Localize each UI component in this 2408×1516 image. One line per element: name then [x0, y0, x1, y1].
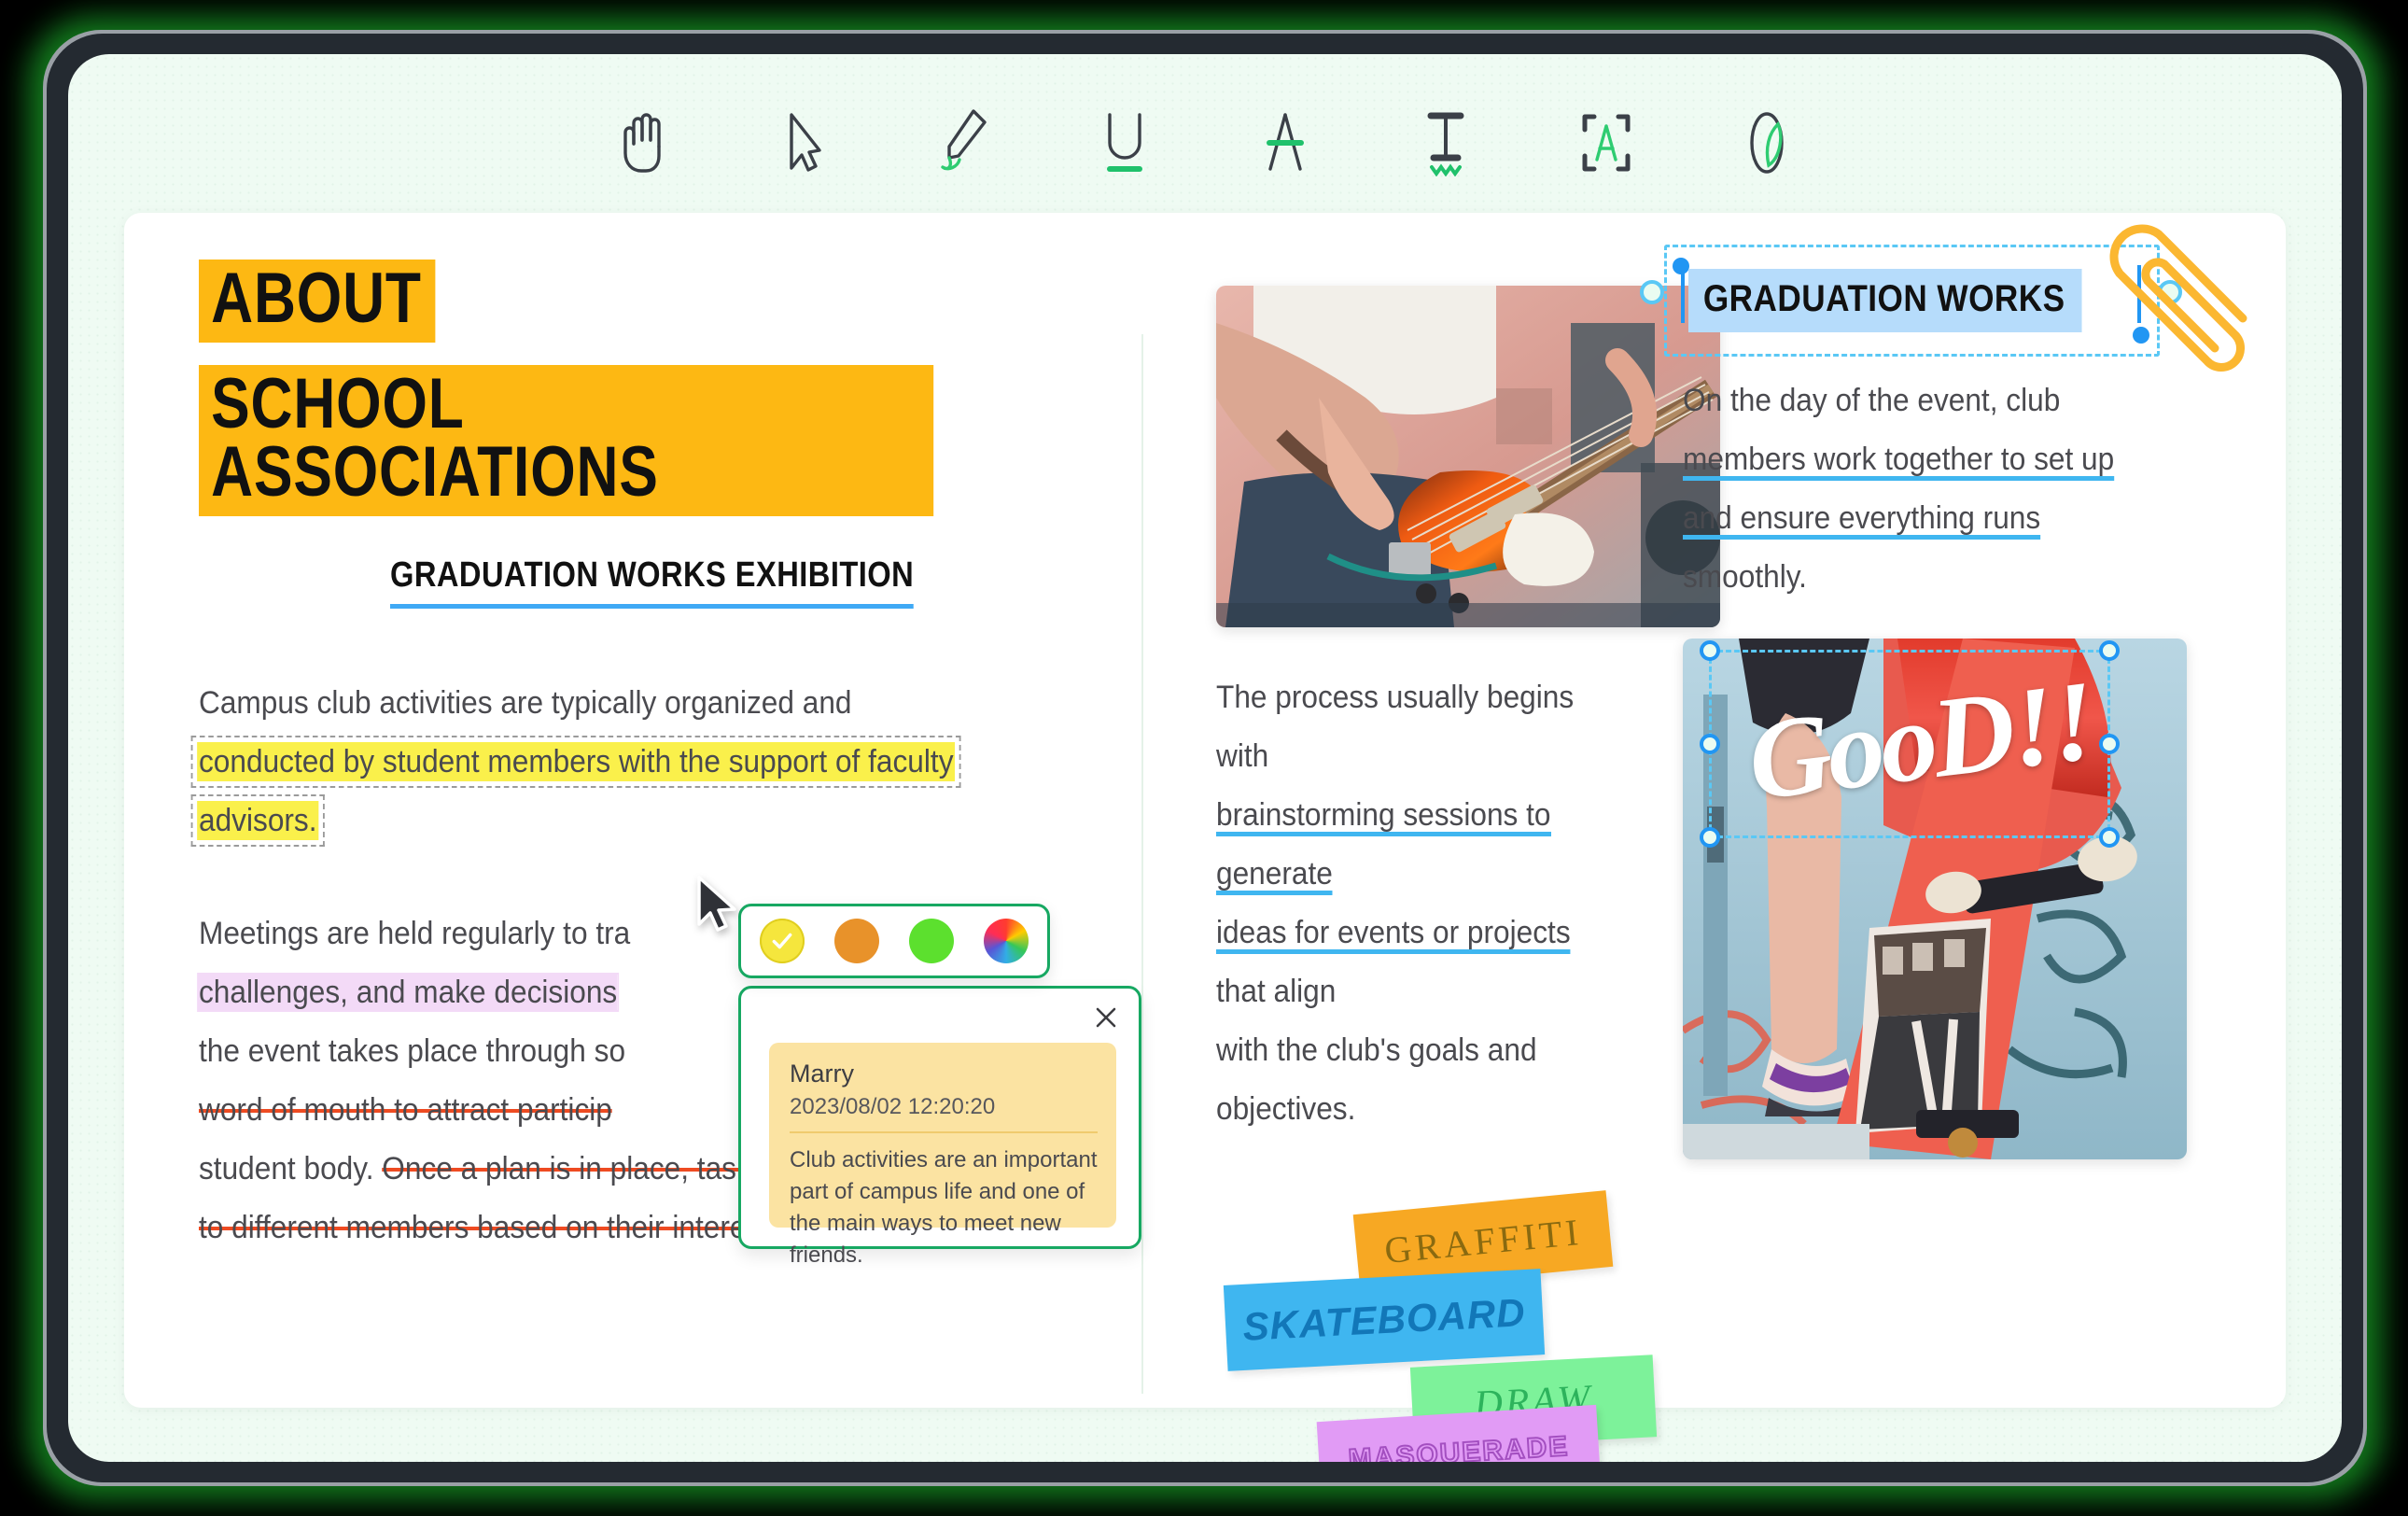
column-middle: The process usually begins with brainsto…: [1216, 260, 1720, 1462]
image-handle-right[interactable]: [2099, 734, 2120, 754]
sticker-group: GRAFFITI SKATEBOARD DRAW MASQUERADE: [1207, 1190, 1692, 1462]
column-right-paragraph: On the day of the event, club members wo…: [1683, 372, 2117, 607]
col3-plain-b: smoothly.: [1683, 559, 1807, 595]
swatch-yellow[interactable]: [760, 919, 805, 963]
page-title-school-associations: SCHOOL ASSOCIATIONS: [199, 364, 934, 516]
hand-tool[interactable]: [609, 107, 677, 178]
comment-body: Club activities are an important part of…: [790, 1147, 1098, 1268]
sticker-masquerade-label: MASQUERADE: [1347, 1430, 1571, 1462]
sticker-graffiti-label: GRAFFITI: [1382, 1210, 1584, 1271]
strikethrough-tool[interactable]: [1252, 107, 1319, 178]
selection-handle-topleft[interactable]: [1673, 258, 1689, 274]
comment-divider: [790, 1131, 1098, 1133]
selected-title-wrapper[interactable]: GRADUATION WORKS: [1640, 245, 2182, 357]
underline-tool[interactable]: [1091, 107, 1158, 178]
document-page: ABOUT SCHOOL ASSOCIATIONS GRADUATION WOR…: [124, 213, 2286, 1462]
highlight-yellow-line2[interactable]: advisors.: [190, 793, 325, 847]
image-handle-topright[interactable]: [2099, 640, 2120, 661]
annotation-toolbar: [68, 91, 2342, 194]
comment-author: Marry: [790, 1060, 854, 1088]
photo-skateboarder[interactable]: GooD!!: [1683, 639, 2187, 1159]
paragraph-one: Campus club activities are typically org…: [190, 674, 980, 850]
col2-plain-c: with the club's goals and objectives.: [1216, 1032, 1537, 1127]
comment-card: Marry 2023/08/02 12:20:20 Club activitie…: [769, 1043, 1116, 1268]
highlight-purple[interactable]: challenges, and make decisions: [199, 974, 618, 1010]
underline-blue-d[interactable]: and ensure everything runs: [1683, 500, 2041, 540]
swatch-green[interactable]: [909, 919, 954, 963]
column-middle-paragraph: The process usually begins with brainsto…: [1216, 668, 1607, 1139]
para1-plain-a: Campus club activities are typically org…: [199, 684, 852, 721]
column-right: GRADUATION WORKS On the day of the event…: [1640, 245, 2187, 1159]
page-title-about: ABOUT: [199, 260, 436, 343]
col3-plain-a: On the day of the event, club: [1683, 383, 2061, 418]
sticker-skateboard[interactable]: SKATEBOARD: [1223, 1269, 1546, 1371]
swatch-orange[interactable]: [834, 919, 879, 963]
select-tool[interactable]: [770, 107, 837, 178]
check-icon: [772, 933, 792, 949]
page-subtitle-exhibition: GRADUATION WORKS EXHIBITION: [390, 555, 915, 609]
paperclip-icon: [2103, 218, 2280, 400]
underline-blue-b[interactable]: ideas for events or projects: [1216, 915, 1571, 954]
para2-plain-b: the event takes place through so: [199, 1032, 626, 1069]
shape-highlight-tool[interactable]: [1733, 107, 1800, 178]
swatch-rainbow[interactable]: [984, 919, 1029, 963]
selection-handle-left[interactable]: [1640, 280, 1664, 304]
image-handle-left[interactable]: [1700, 734, 1720, 754]
col2-plain-b: that align: [1216, 974, 1337, 1009]
text-box-tool[interactable]: [1573, 107, 1640, 178]
image-handle-bottomright[interactable]: [2099, 827, 2120, 848]
column-divider: [1141, 334, 1143, 1394]
comment-timestamp: 2023/08/02 12:20:20: [790, 1094, 996, 1119]
mouse-cursor: [695, 876, 742, 938]
squiggly-underline-tool[interactable]: [1412, 107, 1479, 178]
para2-plain-c: student body.: [199, 1150, 383, 1186]
highlighter-pen-tool[interactable]: [931, 107, 998, 178]
close-icon[interactable]: [1090, 1002, 1122, 1033]
color-picker-popup[interactable]: [738, 904, 1050, 978]
image-handle-topleft[interactable]: [1700, 640, 1720, 661]
underline-blue-c[interactable]: members work together to set up: [1683, 442, 2115, 481]
graduation-works-title: GRADUATION WORKS: [1688, 269, 2082, 332]
col2-plain-a: The process usually begins with: [1216, 680, 1575, 774]
screenshot-root: ABOUT SCHOOL ASSOCIATIONS GRADUATION WOR…: [0, 0, 2408, 1516]
underline-blue-a[interactable]: brainstorming sessions to generate: [1216, 797, 1551, 895]
tablet-screen: ABOUT SCHOOL ASSOCIATIONS GRADUATION WOR…: [68, 54, 2342, 1462]
strikethrough-a[interactable]: word of mouth to attract particip: [199, 1091, 612, 1128]
highlight-yellow-line1[interactable]: conducted by student members with the su…: [190, 735, 961, 788]
sticker-skateboard-label: SKATEBOARD: [1241, 1290, 1527, 1349]
image-handle-bottomleft[interactable]: [1700, 827, 1720, 848]
photo-bass-guitarist[interactable]: [1216, 286, 1720, 627]
comment-popup: Marry 2023/08/02 12:20:20 Club activitie…: [738, 986, 1141, 1268]
para2-plain-a: Meetings are held regularly to tra: [199, 915, 631, 951]
sticker-masquerade[interactable]: MASQUERADE: [1316, 1404, 1602, 1462]
